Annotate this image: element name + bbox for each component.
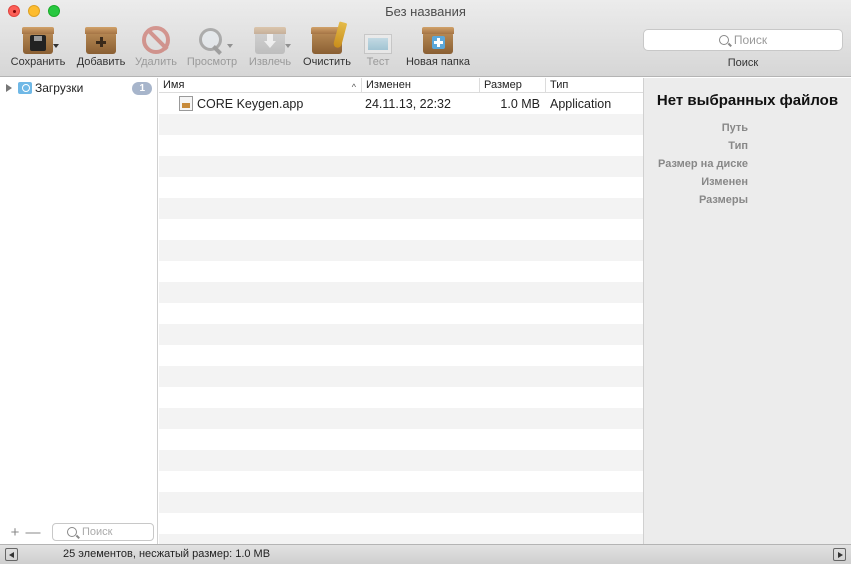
column-header-size[interactable]: Размер bbox=[480, 78, 546, 92]
preview-button[interactable]: Просмотр bbox=[183, 22, 241, 68]
add-location-button[interactable]: + bbox=[6, 524, 24, 541]
delete-label: Удалить bbox=[135, 56, 177, 68]
sidebar-footer: + — Поиск bbox=[0, 520, 158, 544]
empty-row bbox=[159, 429, 643, 450]
empty-row bbox=[159, 114, 643, 135]
sort-ascending-icon: ^ bbox=[351, 82, 356, 92]
empty-row bbox=[159, 345, 643, 366]
empty-row bbox=[159, 219, 643, 240]
status-text: 25 элементов, несжатый размер: 1.0 MB bbox=[63, 548, 271, 560]
empty-row bbox=[159, 408, 643, 429]
column-header-modified[interactable]: Изменен bbox=[362, 78, 480, 92]
empty-row bbox=[159, 366, 643, 387]
file-size: 1.0 MB bbox=[500, 96, 540, 111]
column-header-name[interactable]: Имя ^ bbox=[159, 78, 362, 92]
sidebar-item-downloads[interactable]: Загрузки 1 bbox=[6, 80, 152, 96]
info-field-type: Тип bbox=[728, 140, 748, 152]
application-icon bbox=[179, 96, 193, 111]
save-button[interactable]: Сохранить bbox=[6, 22, 70, 68]
info-fields: Путь Тип Размер на диске Изменен Размеры bbox=[644, 119, 851, 209]
add-button[interactable]: Добавить bbox=[73, 22, 129, 68]
empty-row bbox=[159, 324, 643, 345]
new-folder-button[interactable]: Новая папка bbox=[401, 22, 475, 68]
empty-row bbox=[159, 303, 643, 324]
empty-row bbox=[159, 240, 643, 261]
add-label: Добавить bbox=[76, 56, 126, 68]
info-pane: Нет выбранных файлов Путь Тип Размер на … bbox=[643, 78, 851, 544]
clean-label: Очистить bbox=[303, 56, 351, 68]
toolbar-search-input[interactable]: Поиск bbox=[643, 29, 843, 51]
search-icon bbox=[67, 527, 77, 537]
empty-row bbox=[159, 198, 643, 219]
title-bar: Без названия Сохранить Добавить Удалить bbox=[0, 0, 851, 77]
empty-row bbox=[159, 492, 643, 513]
empty-row bbox=[159, 261, 643, 282]
toggle-info-pane-icon[interactable] bbox=[833, 548, 846, 561]
test-icon bbox=[359, 22, 397, 54]
clean-button[interactable]: Очистить bbox=[299, 21, 355, 68]
delete-button[interactable]: Удалить bbox=[132, 22, 180, 68]
file-name: CORE Keygen.app bbox=[197, 96, 304, 111]
empty-row bbox=[159, 513, 643, 534]
new-folder-icon bbox=[419, 22, 457, 54]
empty-row bbox=[159, 156, 643, 177]
extract-icon bbox=[251, 22, 291, 54]
file-type: Application bbox=[550, 96, 612, 111]
extract-button[interactable]: Извлечь bbox=[244, 22, 296, 68]
toolbar-search-label: Поиск bbox=[727, 57, 759, 69]
remove-location-button[interactable]: — bbox=[24, 524, 42, 541]
broom-icon bbox=[308, 21, 348, 54]
info-field-modified: Изменен bbox=[701, 176, 748, 188]
toolbar-search-placeholder: Поиск bbox=[733, 33, 768, 47]
status-bar: 25 элементов, несжатый размер: 1.0 MB bbox=[0, 544, 851, 564]
magnifier-icon bbox=[193, 22, 233, 54]
downloads-folder-icon bbox=[18, 82, 32, 94]
file-rows: CORE Keygen.app 24.11.13, 22:32 1.0 MB A… bbox=[159, 93, 643, 544]
search-icon bbox=[718, 35, 729, 45]
sidebar: Загрузки 1 + — Поиск bbox=[0, 78, 158, 544]
count-badge: 1 bbox=[132, 81, 152, 95]
empty-row bbox=[159, 177, 643, 198]
window-title: Без названия bbox=[385, 4, 466, 19]
empty-row bbox=[159, 534, 643, 544]
save-label: Сохранить bbox=[10, 56, 66, 68]
column-header-type[interactable]: Тип bbox=[546, 78, 643, 92]
add-archive-icon bbox=[82, 22, 120, 54]
sidebar-item-label: Загрузки bbox=[35, 81, 84, 95]
empty-row bbox=[159, 282, 643, 303]
info-title: Нет выбранных файлов bbox=[656, 92, 839, 109]
file-modified: 24.11.13, 22:32 bbox=[365, 96, 451, 111]
info-field-disk-size: Размер на диске bbox=[658, 158, 748, 170]
sidebar-search-input[interactable]: Поиск bbox=[52, 523, 154, 541]
empty-row bbox=[159, 387, 643, 408]
toolbar: Сохранить Добавить Удалить Просмотр Извл… bbox=[6, 21, 478, 68]
column-headers: Имя ^ Изменен Размер Тип bbox=[159, 78, 643, 93]
empty-row bbox=[159, 471, 643, 492]
test-label: Тест bbox=[366, 56, 390, 68]
prohibited-icon bbox=[137, 22, 175, 54]
file-list: Имя ^ Изменен Размер Тип CORE Keygen.app… bbox=[159, 78, 643, 544]
info-field-path: Путь bbox=[721, 122, 748, 134]
table-row[interactable]: CORE Keygen.app 24.11.13, 22:32 1.0 MB A… bbox=[159, 93, 643, 114]
disclosure-triangle-icon[interactable] bbox=[6, 84, 12, 92]
new-folder-label: Новая папка bbox=[405, 56, 471, 68]
empty-row bbox=[159, 135, 643, 156]
extract-label: Извлечь bbox=[248, 56, 292, 68]
save-icon bbox=[19, 22, 59, 54]
info-field-dimensions: Размеры bbox=[698, 194, 748, 206]
preview-label: Просмотр bbox=[186, 56, 238, 68]
empty-row bbox=[159, 450, 643, 471]
toggle-sidebar-icon[interactable] bbox=[5, 548, 18, 561]
sidebar-search-placeholder: Поиск bbox=[82, 526, 113, 538]
test-button[interactable]: Тест bbox=[358, 22, 398, 68]
